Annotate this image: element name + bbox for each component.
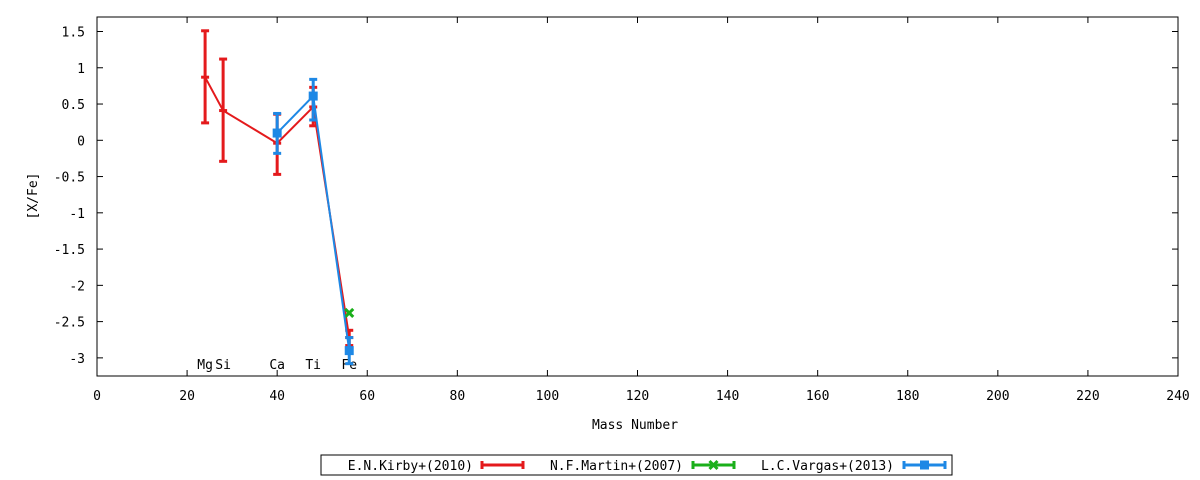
chart-canvas: 0 20 40 60 80 100 120 140 160 180 200 220 240 1.5 1 0.5…: [26, 16, 1190, 476]
element-label: Si: [215, 358, 231, 373]
y-tick-label: -2: [69, 279, 85, 294]
x-tick-label: 140: [716, 389, 739, 404]
x-tick-label: 160: [806, 389, 829, 404]
x-tick-label: 60: [359, 389, 375, 404]
x-tick-label: 240: [1166, 389, 1189, 404]
y-tick-label: -1.5: [54, 243, 85, 258]
x-tick-label: 80: [450, 389, 466, 404]
legend-label: N.F.Martin+(2007): [550, 459, 683, 474]
y-tick-label: -2.5: [54, 316, 85, 331]
data-point: [308, 91, 318, 101]
legend: E.N.Kirby+(2010) N.F.Martin+(2007) L.C.Var…: [320, 454, 953, 476]
legend-label: E.N.Kirby+(2010): [348, 459, 473, 474]
plot-area: [201, 29, 355, 366]
x-tick-label: 40: [269, 389, 285, 404]
y-tick-label: 0.5: [62, 98, 85, 113]
y-tick-label: 1.5: [62, 26, 85, 41]
x-tick-label: 220: [1076, 389, 1099, 404]
element-label: Ti: [305, 358, 321, 373]
series-line: [276, 93, 351, 351]
plot-frame: [96, 16, 1179, 377]
x-tick-label: 100: [536, 389, 559, 404]
y-tick-label: -0.5: [54, 171, 85, 186]
x-tick-label: 20: [179, 389, 195, 404]
y-tick-label: -1: [69, 207, 85, 222]
data-point: [344, 307, 355, 318]
x-tick-label: 120: [626, 389, 649, 404]
series-1: [344, 307, 355, 318]
data-point: [272, 128, 282, 138]
x-tick-label: 200: [986, 389, 1009, 404]
element-label: Mg: [197, 358, 213, 373]
x-axis-label: Mass Number: [592, 418, 678, 433]
y-tick-label: 1: [77, 62, 85, 77]
element-label: Ca: [269, 358, 285, 373]
element-labels: Mg Si Ca Ti Fe: [197, 358, 357, 373]
y-axis-label: [X/Fe]: [26, 173, 41, 220]
legend-marker: [920, 460, 929, 470]
x-tick-label: 180: [896, 389, 919, 404]
series-0: [201, 29, 354, 348]
y-tick-label: -3: [69, 352, 85, 367]
x-tick-label: 0: [93, 389, 101, 404]
y-tick-label: 0: [77, 134, 85, 149]
data-point: [344, 346, 354, 356]
legend-label: L.C.Vargas+(2013): [761, 459, 894, 474]
